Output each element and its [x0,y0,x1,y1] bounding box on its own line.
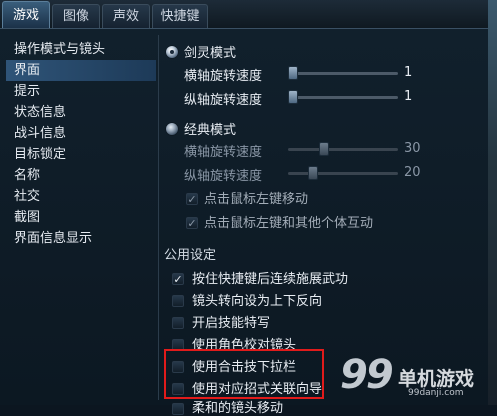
classic-left-move-checkbox: ✓ [186,193,198,206]
sidebar-item-ui-info-display[interactable]: 界面信息显示 [6,228,156,249]
sidebar-item-interface[interactable]: 界面 [6,60,156,81]
jianling-v-rotate-value: 1 [404,89,413,104]
jianling-h-rotate-label: 横轴旋转速度 [184,69,263,84]
jianling-h-rotate-value: 1 [404,65,413,80]
opt-invert-camera-checkbox[interactable] [172,295,184,307]
sidebar-item-tips[interactable]: 提示 [6,81,156,102]
sidebar: 操作模式与镜头 界面 提示 状态信息 战斗信息 目标锁定 名称 社交 截图 界面… [6,39,156,249]
opt-skill-closeup-checkbox[interactable] [172,317,184,329]
jianling-v-rotate-slider-thumb[interactable] [288,90,298,104]
sidebar-item-combat-info[interactable]: 战斗信息 [6,123,156,144]
classic-left-interact-checkbox: ✓ [186,217,198,230]
tab-game[interactable]: 游戏 [2,1,50,28]
classic-v-rotate-slider-thumb [308,166,319,180]
classic-h-rotate-value: 30 [404,141,421,156]
classic-h-rotate-slider [288,148,398,151]
jianling-v-rotate-label: 纵轴旋转速度 [184,93,263,108]
settings-panel: 操作模式与镜头 界面 提示 状态信息 战斗信息 目标锁定 名称 社交 截图 界面… [0,28,488,416]
jianling-h-rotate-slider[interactable] [288,72,398,75]
classic-v-rotate-label: 纵轴旋转速度 [184,169,263,184]
tab-graphics[interactable]: 图像 [52,4,100,28]
settings-tab-bar: 游戏 图像 声效 快捷键 [0,0,488,28]
opt-smooth-camera-label: 柔和的镜头移动 [192,401,284,416]
classic-left-move-label: 点击鼠标左键移动 [204,192,309,207]
sidebar-item-screenshot[interactable]: 截图 [6,207,156,228]
opt-invert-camera-label: 镜头转向设为上下反向 [192,294,323,309]
radio-selected-dot-icon [170,50,174,54]
classic-mode-label: 经典模式 [184,123,237,138]
jianling-mode-label: 剑灵模式 [184,46,237,61]
public-settings-title: 公用设定 [164,248,217,263]
game-background [488,0,497,405]
sidebar-item-control-camera[interactable]: 操作模式与镜头 [6,39,156,60]
tab-hotkeys[interactable]: 快捷键 [152,4,208,28]
sidebar-item-social[interactable]: 社交 [6,186,156,207]
tab-sound[interactable]: 声效 [102,4,150,28]
radio-jianling-mode[interactable] [166,46,178,58]
opt-hold-hotkey-checkbox[interactable]: ✓ [172,273,184,285]
jianling-v-rotate-slider[interactable] [288,96,398,99]
sidebar-item-status-info[interactable]: 状态信息 [6,102,156,123]
opt-skill-closeup-label: 开启技能特写 [192,316,271,331]
settings-content: 剑灵模式 横轴旋转速度 1 纵轴旋转速度 1 经典模式 横轴旋转速度 30 纵轴… [160,29,488,416]
classic-h-rotate-slider-thumb [318,142,329,156]
radio-classic-mode[interactable] [166,123,178,135]
panel-divider [158,35,159,400]
classic-v-rotate-value: 20 [404,165,421,180]
classic-v-rotate-slider [288,172,398,175]
classic-h-rotate-label: 横轴旋转速度 [184,145,263,160]
sidebar-item-target-lock[interactable]: 目标锁定 [6,144,156,165]
jianling-h-rotate-slider-thumb[interactable] [288,66,298,80]
opt-hold-hotkey-label: 按住快捷键后连续施展武功 [192,272,349,287]
highlight-box [164,349,324,399]
classic-left-interact-label: 点击鼠标左键和其他个体互动 [204,216,374,231]
sidebar-item-names[interactable]: 名称 [6,165,156,186]
